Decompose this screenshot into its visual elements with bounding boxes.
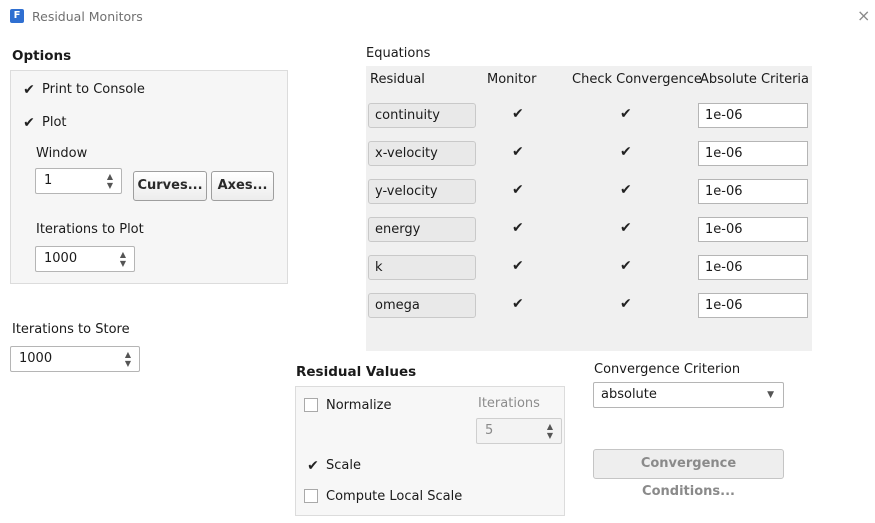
scale-label: Scale xyxy=(326,458,361,473)
chevron-down-icon: ▼ xyxy=(767,390,774,400)
window-number-value: 1 xyxy=(44,173,53,188)
convergence-criterion-value: absolute xyxy=(601,387,657,402)
print-to-console-checkbox[interactable]: ✔ xyxy=(22,83,36,97)
normalize-label: Normalize xyxy=(326,398,392,413)
monitor-checkbox[interactable]: ✔ xyxy=(512,220,524,236)
iterations-to-store-value: 1000 xyxy=(19,351,53,366)
plot-checkbox[interactable]: ✔ xyxy=(22,116,36,130)
residual-name-y-velocity: y-velocity xyxy=(368,179,476,204)
check-convergence-checkbox[interactable]: ✔ xyxy=(620,296,632,312)
iterations-to-store-label: Iterations to Store xyxy=(12,322,130,337)
monitor-checkbox[interactable]: ✔ xyxy=(512,144,524,160)
absolute-criteria-input[interactable]: 1e-06 xyxy=(698,141,808,166)
spinner-arrows-icon[interactable]: ▲ ▼ xyxy=(118,250,128,268)
compute-local-scale-checkbox[interactable] xyxy=(304,489,318,503)
equations-title: Equations xyxy=(366,46,431,61)
absolute-criteria-column-header: Absolute Criteria xyxy=(700,72,810,87)
residual-name-k: k xyxy=(368,255,476,280)
residual-column-header: Residual xyxy=(370,72,425,87)
close-icon[interactable]: × xyxy=(857,6,870,25)
check-convergence-checkbox[interactable]: ✔ xyxy=(620,182,632,198)
residual-name-energy: energy xyxy=(368,217,476,242)
iterations-to-plot-value: 1000 xyxy=(44,251,78,266)
absolute-criteria-input[interactable]: 1e-06 xyxy=(698,217,808,242)
absolute-criteria-input[interactable]: 1e-06 xyxy=(698,293,808,318)
monitor-checkbox[interactable]: ✔ xyxy=(512,106,524,122)
window-title: Residual Monitors xyxy=(32,9,143,24)
absolute-criteria-input[interactable]: 1e-06 xyxy=(698,179,808,204)
iterations-to-plot-label: Iterations to Plot xyxy=(36,222,144,237)
normalize-checkbox[interactable] xyxy=(304,398,318,412)
iterations-spinner[interactable]: 5 ▲ ▼ xyxy=(476,418,562,444)
residual-name-omega: omega xyxy=(368,293,476,318)
spinner-arrows-icon[interactable]: ▲ ▼ xyxy=(105,172,115,190)
check-convergence-checkbox[interactable]: ✔ xyxy=(620,220,632,236)
residual-name-x-velocity: x-velocity xyxy=(368,141,476,166)
check-convergence-checkbox[interactable]: ✔ xyxy=(620,144,632,160)
iterations-value: 5 xyxy=(485,423,494,438)
compute-local-scale-label: Compute Local Scale xyxy=(326,489,463,504)
check-convergence-checkbox[interactable]: ✔ xyxy=(620,106,632,122)
check-convergence-column-header: Check Convergence xyxy=(572,72,702,87)
residual-values-title: Residual Values xyxy=(296,364,417,380)
title-bar: F Residual Monitors × xyxy=(0,0,875,34)
absolute-criteria-input[interactable]: 1e-06 xyxy=(698,255,808,280)
convergence-conditions-button[interactable]: Convergence Conditions... xyxy=(593,449,784,499)
axes-button[interactable]: Axes... xyxy=(211,171,274,201)
curves-button[interactable]: Curves... xyxy=(133,171,207,201)
spinner-arrows-icon[interactable]: ▲ ▼ xyxy=(545,422,555,440)
monitor-checkbox[interactable]: ✔ xyxy=(512,182,524,198)
plot-label: Plot xyxy=(42,115,67,130)
scale-checkbox[interactable]: ✔ xyxy=(306,459,320,473)
iterations-to-store-spinner[interactable]: 1000 ▲ ▼ xyxy=(10,346,140,372)
window-number-spinner[interactable]: 1 ▲ ▼ xyxy=(35,168,122,194)
app-icon: F xyxy=(10,9,24,23)
absolute-criteria-input[interactable]: 1e-06 xyxy=(698,103,808,128)
iterations-to-plot-spinner[interactable]: 1000 ▲ ▼ xyxy=(35,246,135,272)
monitor-column-header: Monitor xyxy=(487,72,537,87)
options-title: Options xyxy=(12,48,72,64)
spinner-arrows-icon[interactable]: ▲ ▼ xyxy=(123,350,133,368)
iterations-label: Iterations xyxy=(478,396,540,411)
window-label: Window xyxy=(36,146,88,161)
convergence-criterion-dropdown[interactable]: absolute ▼ xyxy=(593,382,784,408)
residual-name-continuity: continuity xyxy=(368,103,476,128)
monitor-checkbox[interactable]: ✔ xyxy=(512,296,524,312)
convergence-criterion-label: Convergence Criterion xyxy=(594,362,741,377)
monitor-checkbox[interactable]: ✔ xyxy=(512,258,524,274)
check-convergence-checkbox[interactable]: ✔ xyxy=(620,258,632,274)
print-to-console-label: Print to Console xyxy=(42,82,145,97)
